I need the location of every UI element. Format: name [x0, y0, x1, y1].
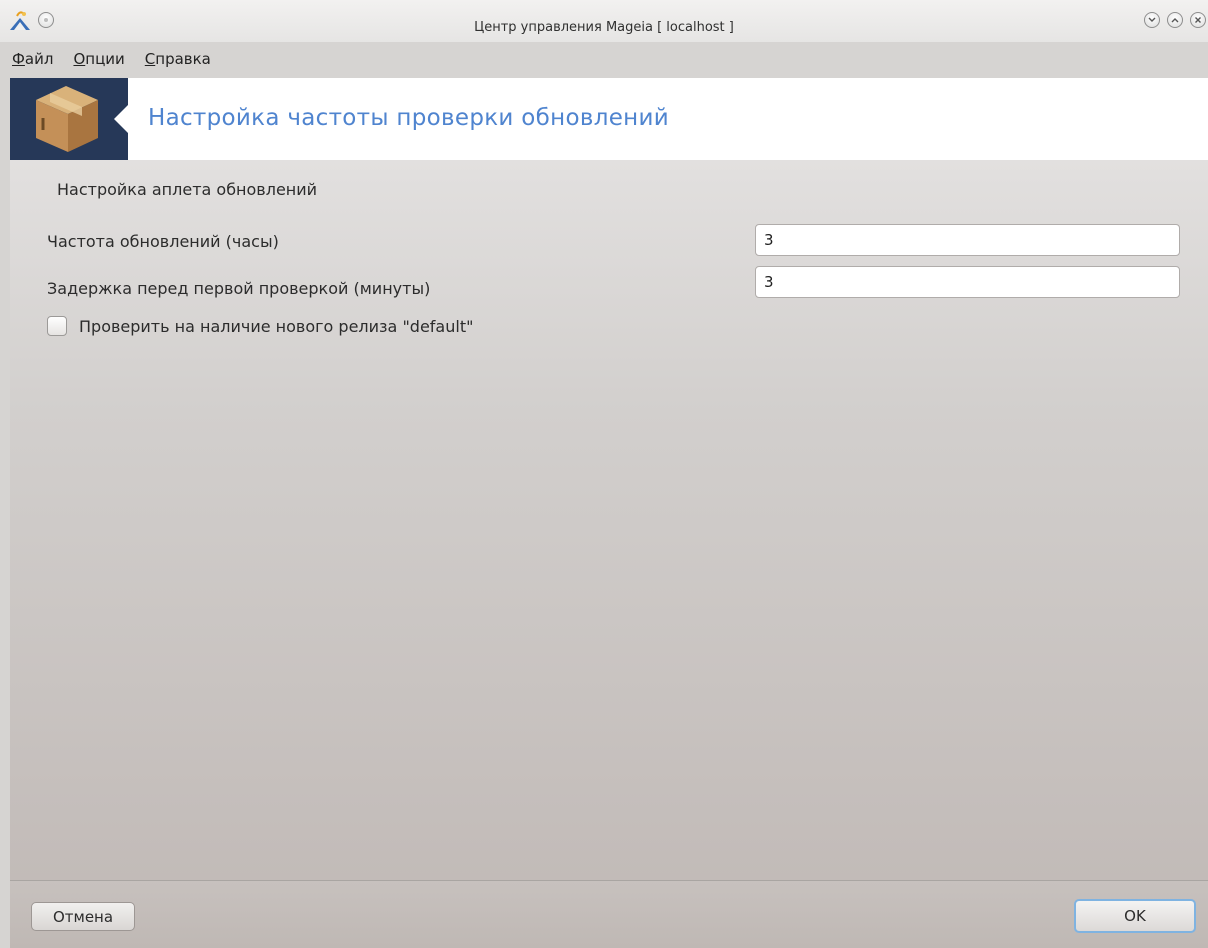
menu-options[interactable]: Опции: [73, 50, 124, 68]
menu-options-mnemonic: О: [73, 50, 86, 68]
check-release-label[interactable]: Проверить на наличие нового релиза "defa…: [79, 317, 473, 336]
check-release-row[interactable]: Проверить на наличие нового релиза "defa…: [47, 316, 473, 336]
banner-notch: [114, 105, 128, 133]
initial-delay-input[interactable]: [755, 266, 1180, 298]
menu-help-label: правка: [155, 50, 211, 68]
check-release-checkbox[interactable]: [47, 316, 67, 336]
close-button[interactable]: [1190, 12, 1206, 28]
menu-file-label: айл: [24, 50, 54, 68]
window-title: Центр управления Mageia [ localhost ]: [474, 20, 734, 35]
menu-bar: Файл Опции Справка: [0, 44, 1208, 74]
button-bar: Отмена OK: [10, 881, 1208, 948]
settings-panel: Настройка аплета обновлений Частота обно…: [10, 160, 1208, 880]
update-frequency-input[interactable]: [755, 224, 1180, 256]
mageia-control-center-window: Центр управления Mageia [ localhost ] Фа…: [0, 0, 1208, 948]
chevron-down-icon: [1148, 17, 1156, 22]
page-title: Настройка частоты проверки обновлений: [148, 105, 669, 131]
update-frequency-label: Частота обновлений (часы): [47, 232, 279, 251]
menu-help[interactable]: Справка: [145, 50, 211, 68]
menu-help-mnemonic: С: [144, 50, 156, 68]
banner-logo-area: [10, 78, 128, 160]
close-icon: [1195, 17, 1201, 23]
section-title: Настройка аплета обновлений: [57, 180, 318, 199]
menu-options-label: пции: [85, 50, 125, 68]
package-box-icon: [36, 86, 98, 152]
chevron-up-icon: [1171, 18, 1179, 23]
header-banner: Настройка частоты проверки обновлений: [10, 78, 1208, 160]
maximize-button[interactable]: [1167, 12, 1183, 28]
ok-button[interactable]: OK: [1074, 899, 1196, 933]
menu-file[interactable]: Файл: [12, 50, 53, 68]
title-bar[interactable]: Центр управления Mageia [ localhost ]: [0, 0, 1208, 42]
minimize-button[interactable]: [1144, 12, 1160, 28]
cancel-button[interactable]: Отмена: [31, 902, 135, 931]
initial-delay-label: Задержка перед первой проверкой (минуты): [47, 279, 431, 298]
menu-file-mnemonic: Ф: [12, 50, 25, 68]
